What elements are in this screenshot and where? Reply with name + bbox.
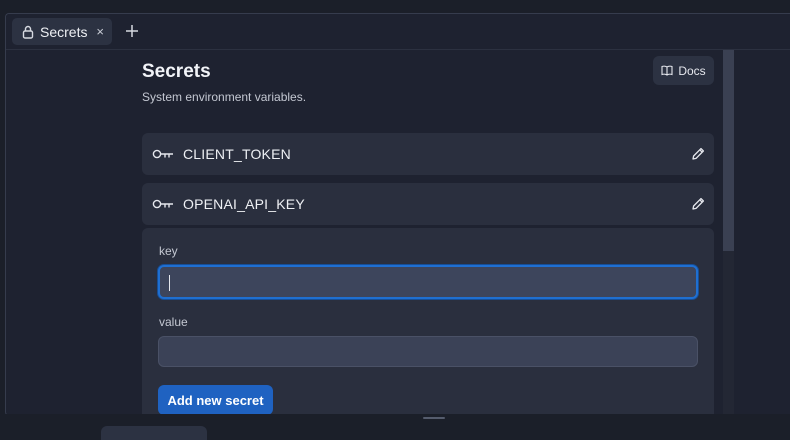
add-secret-button[interactable]: Add new secret [158,385,273,415]
bottom-tab[interactable] [14,426,84,440]
lock-icon [22,25,34,39]
page-subtitle: System environment variables. [142,90,307,104]
bottom-tab-active[interactable] [101,426,207,440]
bottom-panel-strip [0,414,790,440]
tab-secrets[interactable]: Secrets × [12,18,112,45]
docs-button[interactable]: Docs [653,56,714,85]
tab-label: Secrets [40,23,88,40]
secrets-window: Secrets × Secrets System environment var… [5,13,790,416]
docs-label: Docs [678,63,706,78]
key-icon [152,149,174,159]
book-icon [661,65,673,76]
add-secret-form: key value Add new secret [142,228,714,415]
key-input[interactable] [158,265,698,299]
key-label: key [159,244,178,258]
text-caret [169,275,170,291]
secret-row: CLIENT_TOKEN [142,133,714,175]
scrollbar-thumb[interactable] [723,50,734,251]
tab-bar: Secrets × [6,14,790,50]
value-label: value [159,315,188,329]
pencil-icon[interactable] [690,146,706,162]
key-icon [152,199,174,209]
secrets-panel: Secrets System environment variables. Do… [6,50,790,415]
secret-row: OPENAI_API_KEY [142,183,714,225]
secret-name: OPENAI_API_KEY [183,196,305,212]
value-input[interactable] [158,336,698,367]
close-icon[interactable]: × [96,24,104,39]
resize-handle[interactable] [423,417,445,419]
pencil-icon[interactable] [690,196,706,212]
plus-icon[interactable] [123,22,141,40]
scrollbar-track[interactable] [723,251,734,415]
page-title: Secrets [142,61,211,82]
secret-name: CLIENT_TOKEN [183,146,291,162]
